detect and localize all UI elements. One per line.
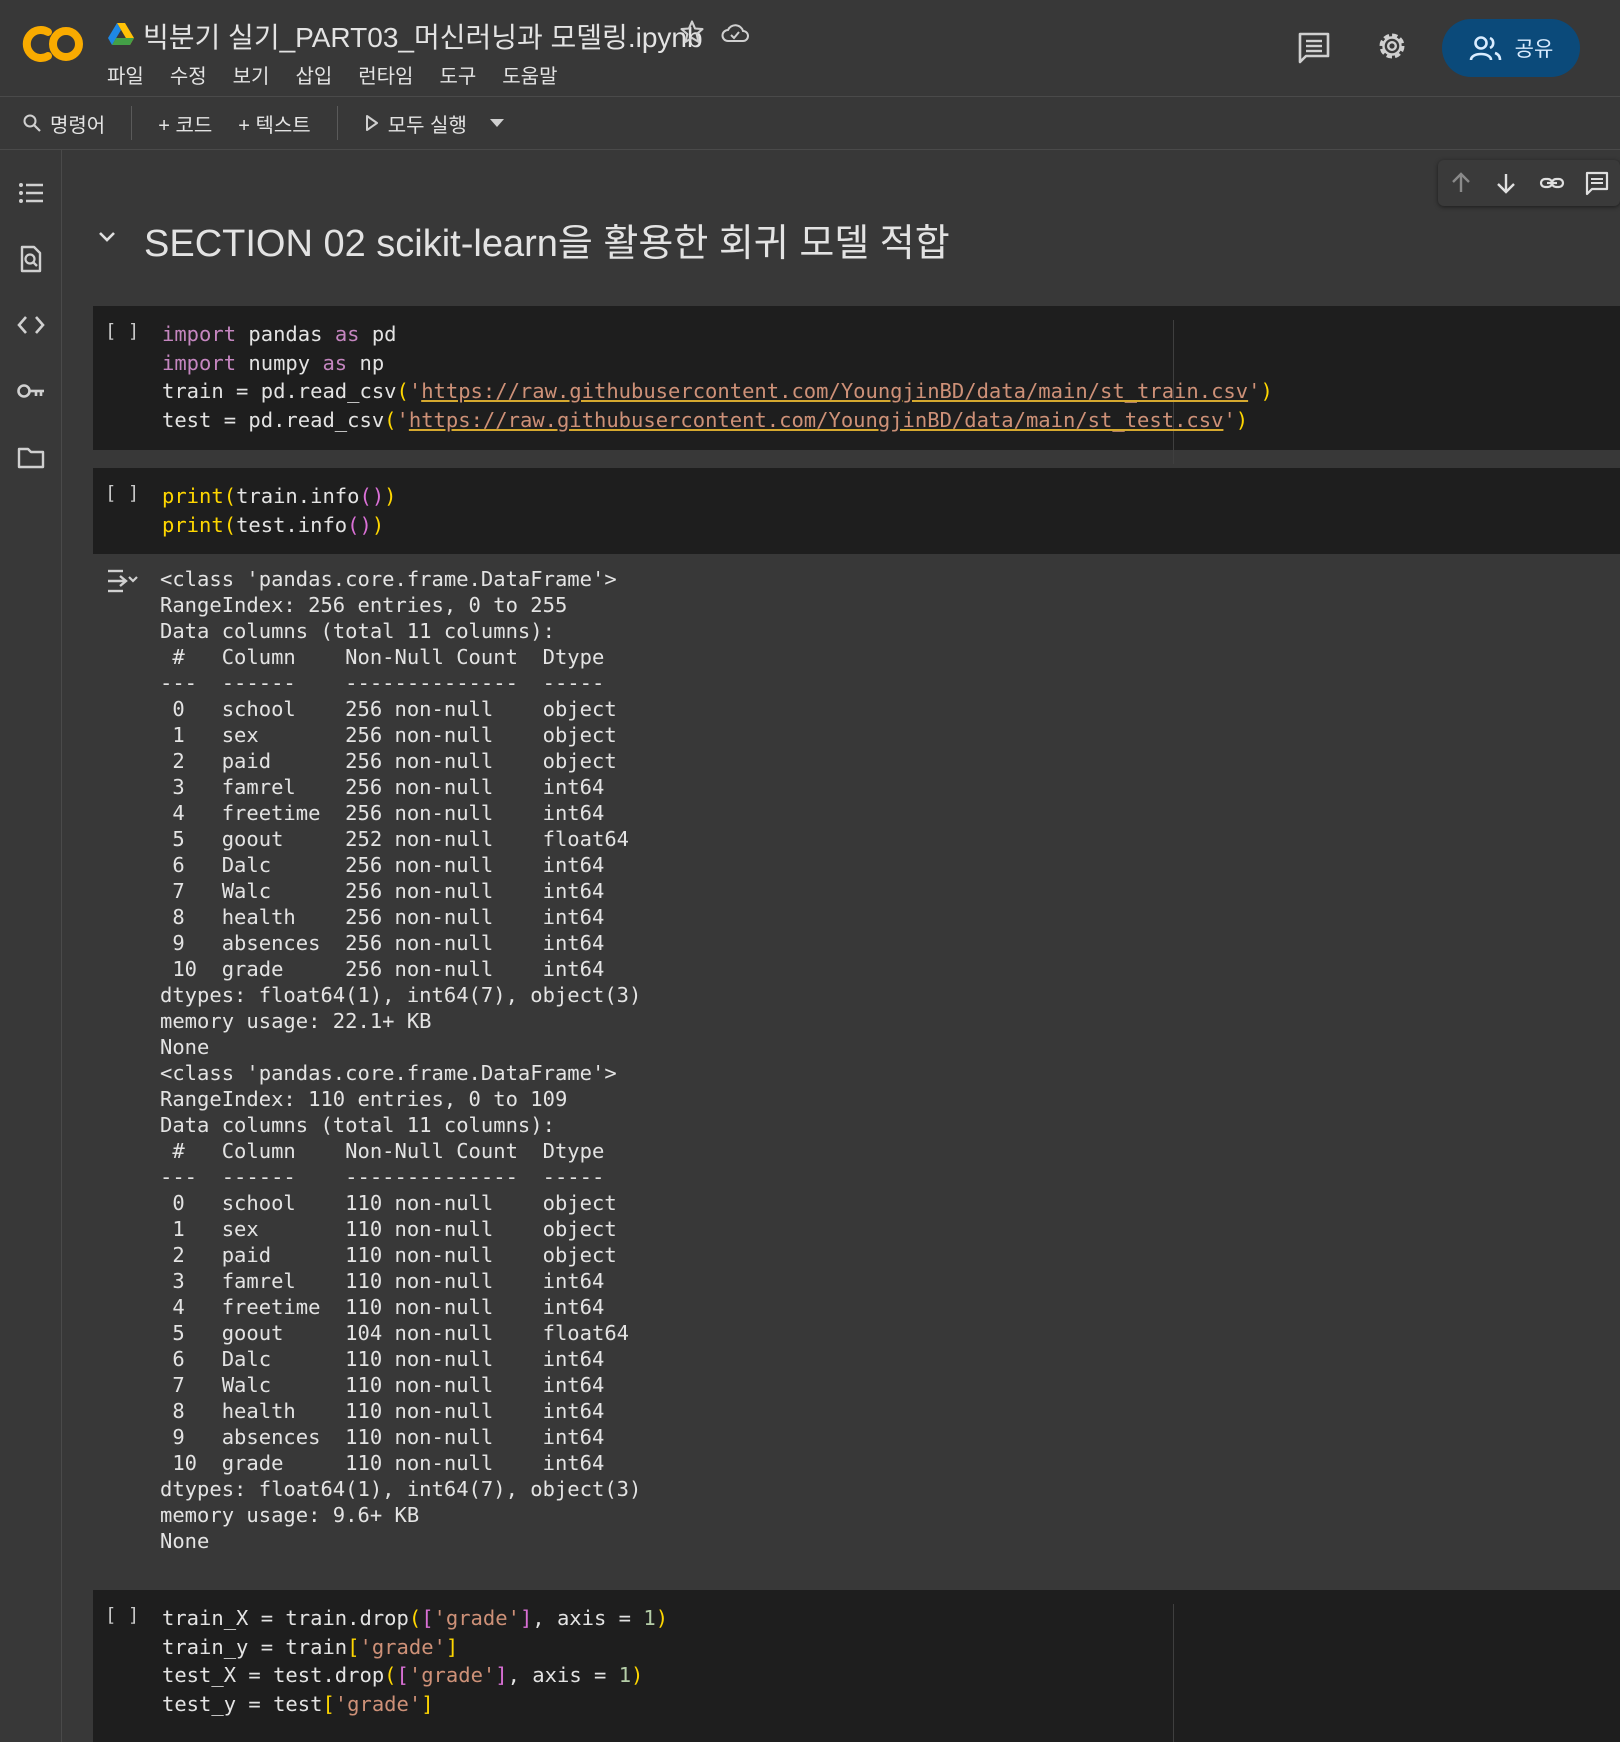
notebook-toolbar: 명령어 + 코드 + 텍스트 모두 실행 [0, 97, 1620, 150]
run-all-button[interactable]: 모두 실행 [364, 109, 467, 138]
code-editor[interactable]: print(train.info()) print(test.info()) [162, 482, 397, 539]
code-line: test_X = test.drop(['grade'], axis = 1) [162, 1663, 644, 1687]
code-snippets-icon[interactable] [16, 310, 46, 340]
add-text-button[interactable]: + 텍스트 [238, 109, 310, 138]
add-text-label: + 텍스트 [238, 114, 311, 137]
code-line: test_y = test['grade'] [162, 1691, 434, 1716]
comment-icon[interactable] [1296, 30, 1332, 64]
search-icon [23, 114, 41, 132]
output-toggle-icon[interactable] [105, 566, 139, 596]
train-csv-link[interactable]: https://raw.githubusercontent.com/Youngj… [421, 379, 1248, 403]
section-title: SECTION 02 scikit-learn을 활용한 회귀 모델 적합 [144, 223, 950, 265]
notebook-title[interactable]: 빅분기 실기_PART03_머신러닝과 모델링.ipynb [143, 16, 703, 56]
code-line: import pandas as pd [162, 322, 397, 346]
toc-icon[interactable] [16, 178, 46, 208]
code-line: import numpy as np [162, 350, 385, 375]
cell-output-text: <class 'pandas.core.frame.DataFrame'> Ra… [160, 567, 642, 1553]
menu-help[interactable]: 도움말 [502, 60, 557, 89]
commands-button[interactable]: 명령어 [22, 109, 105, 138]
code-line: train_y = train['grade'] [162, 1634, 459, 1659]
run-cell-button[interactable]: [ ] [105, 482, 139, 504]
menu-runtime[interactable]: 런타임 [358, 60, 413, 89]
commands-label: 명령어 [50, 114, 106, 137]
share-label: 공유 [1514, 38, 1554, 61]
code-line: test = pd.read_csv('https://raw.githubus… [162, 407, 1249, 432]
section-heading-cell[interactable]: SECTION 02 scikit-learn을 활용한 회귀 모델 적합 [92, 182, 1620, 288]
add-code-button[interactable]: + 코드 [158, 109, 212, 138]
code-line: print(test.info()) [162, 512, 385, 537]
drive-icon [108, 23, 134, 45]
key-icon[interactable] [16, 376, 46, 406]
find-icon[interactable] [16, 244, 46, 274]
collapse-chevron-icon[interactable] [92, 222, 122, 252]
run-cell-button[interactable]: [ ] [105, 320, 139, 342]
menu-view[interactable]: 보기 [233, 60, 270, 89]
folder-icon[interactable] [16, 442, 46, 472]
code-editor[interactable]: import pandas as pd import numpy as np t… [162, 320, 1273, 434]
run-all-label: 모두 실행 [387, 114, 467, 137]
code-line: train_X = train.drop(['grade'], axis = 1… [162, 1606, 669, 1630]
menu-bar: 파일 수정 보기 삽입 런타임 도구 도움말 [107, 60, 583, 89]
code-cell-1[interactable]: [ ] import pandas as pd import numpy as … [93, 306, 1620, 464]
code-line: train = pd.read_csv('https://raw.githubu… [162, 379, 1273, 403]
code-cell-2[interactable]: [ ] print(train.info()) print(test.info(… [93, 468, 1620, 554]
toolbar-divider [131, 106, 133, 140]
menu-insert[interactable]: 삽입 [295, 60, 332, 89]
menu-file[interactable]: 파일 [107, 60, 144, 89]
share-people-icon [1469, 36, 1501, 61]
code-line: print(train.info()) [162, 484, 397, 508]
test-csv-link[interactable]: https://raw.githubusercontent.com/Youngj… [409, 408, 1224, 432]
play-icon [365, 115, 378, 131]
menu-tools[interactable]: 도구 [439, 60, 476, 89]
toolbar-divider [336, 106, 338, 140]
left-sidebar [0, 150, 62, 1742]
colab-logo-icon[interactable] [20, 22, 86, 66]
code-editor[interactable]: train_X = train.drop(['grade'], axis = 1… [162, 1604, 668, 1718]
star-icon[interactable] [678, 18, 706, 46]
add-code-label: + 코드 [158, 114, 213, 137]
line-length-ruler [1173, 1604, 1174, 1742]
gear-icon[interactable] [1374, 28, 1410, 64]
dropdown-caret-icon[interactable] [489, 117, 505, 129]
menu-edit[interactable]: 수정 [170, 60, 207, 89]
cloud-icon[interactable] [720, 19, 750, 47]
share-button[interactable]: 공유 [1442, 19, 1580, 77]
app-header: 빅분기 실기_PART03_머신러닝과 모델링.ipynb 파일 수정 보기 삽… [0, 0, 1620, 97]
code-cell-3[interactable]: [ ] train_X = train.drop(['grade'], axis… [93, 1590, 1620, 1742]
run-cell-button[interactable]: [ ] [105, 1604, 139, 1626]
